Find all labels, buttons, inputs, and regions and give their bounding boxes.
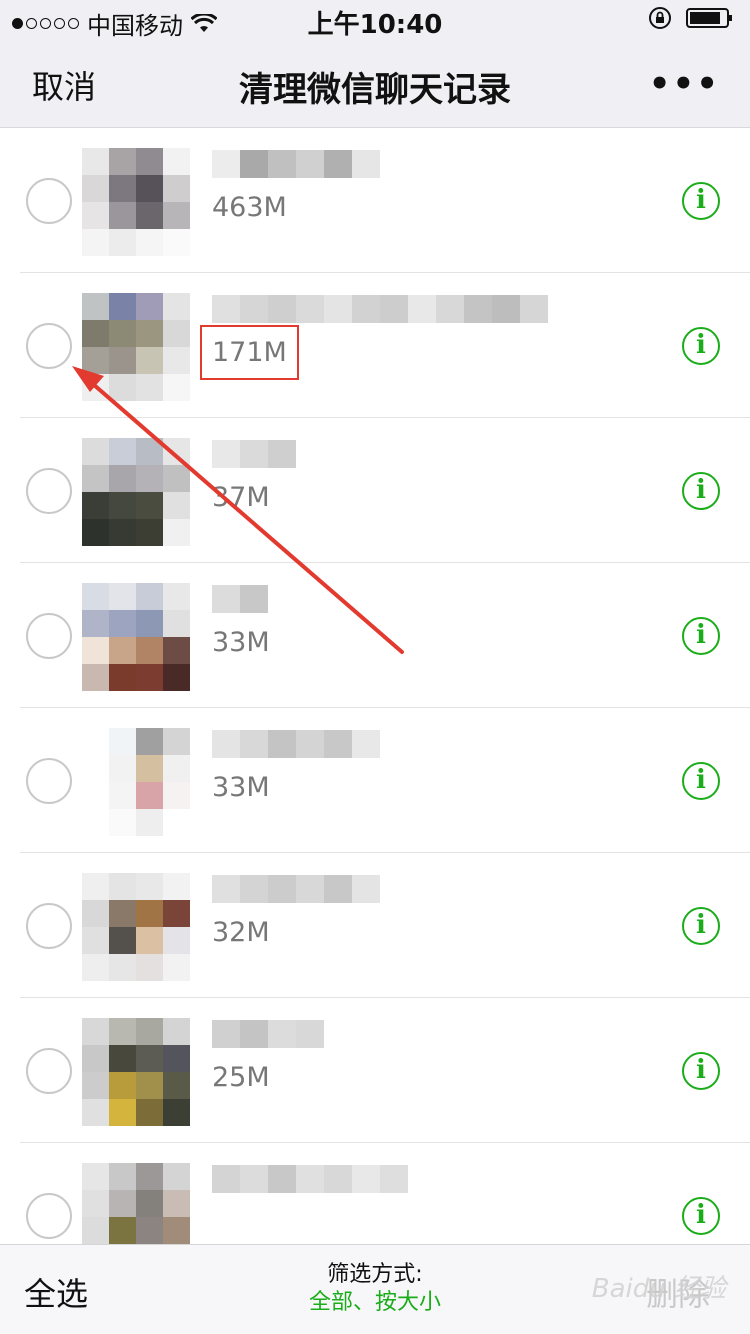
baidu-watermark: Baidu 经验 — [591, 1274, 726, 1304]
info-icon[interactable]: i — [682, 1197, 720, 1235]
chat-name-blurred — [212, 440, 296, 468]
list-item[interactable]: 33M i — [20, 708, 750, 853]
chat-size: 32M — [212, 917, 270, 948]
chat-name-blurred — [212, 1020, 324, 1048]
radio-icon[interactable] — [26, 1193, 72, 1239]
status-time: 上午10:40 — [307, 10, 443, 40]
avatar — [82, 873, 190, 981]
info-icon[interactable]: i — [682, 327, 720, 365]
battery-icon — [686, 8, 732, 28]
info-icon[interactable]: i — [682, 472, 720, 510]
avatar — [82, 583, 190, 691]
page-title: 清理微信聊天记录 — [239, 70, 511, 110]
chat-size: 33M — [212, 627, 270, 658]
info-icon[interactable]: i — [682, 907, 720, 945]
navigation-bar: 取消 清理微信聊天记录 ••• — [0, 40, 750, 128]
avatar — [82, 1018, 190, 1126]
radio-icon[interactable] — [26, 178, 72, 224]
chat-size-highlighted: 171M — [200, 325, 299, 380]
chat-name-blurred — [212, 585, 268, 613]
chat-name-blurred — [212, 295, 548, 323]
list-item[interactable]: 37M i — [20, 418, 750, 563]
avatar — [82, 148, 190, 256]
radio-icon[interactable] — [26, 1048, 72, 1094]
list-item[interactable]: 32M i — [20, 853, 750, 998]
list-item[interactable]: 25M i — [20, 998, 750, 1143]
list-item[interactable]: 171M i — [20, 273, 750, 418]
chat-size: 37M — [212, 482, 270, 513]
chat-size: 33M — [212, 772, 270, 803]
avatar — [82, 728, 190, 836]
radio-icon[interactable] — [26, 613, 72, 659]
radio-icon[interactable] — [26, 903, 72, 949]
chat-name-blurred — [212, 1165, 408, 1193]
cancel-button[interactable]: 取消 — [32, 62, 96, 108]
more-icon[interactable]: ••• — [649, 64, 720, 104]
status-right — [648, 6, 734, 30]
chat-list: 463M i 171M i 37M i 33M i 33M i 32M i 25… — [0, 128, 750, 1287]
info-icon[interactable]: i — [682, 182, 720, 220]
info-icon[interactable]: i — [682, 762, 720, 800]
chat-size: 25M — [212, 1062, 270, 1093]
avatar — [82, 438, 190, 546]
list-item[interactable]: 33M i — [20, 563, 750, 708]
info-icon[interactable]: i — [682, 617, 720, 655]
chat-name-blurred — [212, 730, 380, 758]
info-icon[interactable]: i — [682, 1052, 720, 1090]
radio-icon[interactable] — [26, 468, 72, 514]
avatar — [82, 293, 190, 401]
lock-rotation-icon — [649, 7, 671, 29]
radio-icon[interactable] — [26, 758, 72, 804]
chat-name-blurred — [212, 150, 380, 178]
chat-name-blurred — [212, 875, 380, 903]
radio-icon[interactable] — [26, 323, 72, 369]
list-item[interactable]: 463M i — [20, 128, 750, 273]
chat-size: 463M — [212, 192, 287, 223]
status-bar: 中国移动 上午10:40 — [0, 0, 750, 40]
